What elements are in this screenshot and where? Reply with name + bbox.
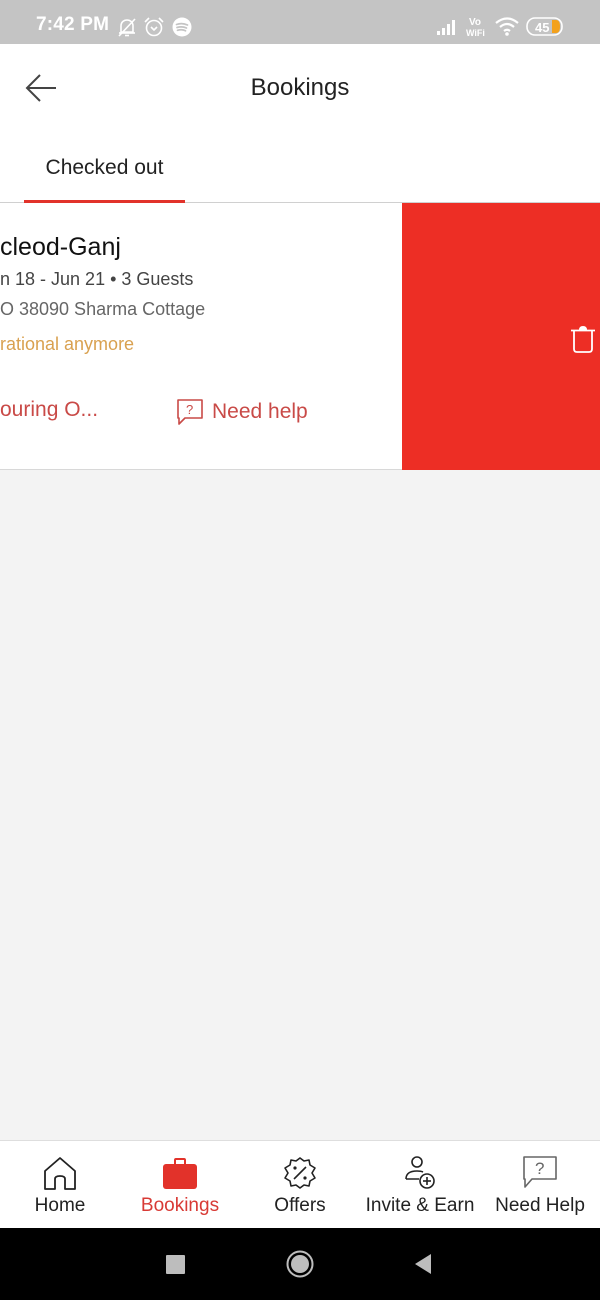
tab-checked-out[interactable]: Checked out: [24, 134, 185, 203]
nav-label: Need Help: [495, 1195, 585, 1216]
svg-text:WiFi: WiFi: [466, 28, 485, 38]
svg-text:?: ?: [186, 402, 193, 417]
status-time: 7:42 PM: [36, 14, 110, 35]
question-chat-icon: ?: [523, 1156, 557, 1188]
nav-item-invite-earn[interactable]: Invite & Earn: [360, 1141, 480, 1229]
booking-action-link[interactable]: ouring O...: [0, 398, 98, 422]
discount-badge-icon: [284, 1157, 316, 1189]
booking-status: rational anymore: [0, 334, 135, 354]
tab-bar: Checked out: [0, 134, 600, 203]
booking-dates-guests: n 18 - Jun 21 • 3 Guests: [0, 269, 194, 289]
nav-item-home[interactable]: Home: [0, 1141, 120, 1229]
back-button[interactable]: [413, 1253, 433, 1275]
nav-label: Offers: [274, 1195, 326, 1216]
nav-label: Invite & Earn: [365, 1195, 475, 1216]
bottom-nav: Home Bookings Offers Invite & Earn ? Nee…: [0, 1140, 600, 1229]
home-button[interactable]: [286, 1250, 314, 1278]
booking-card[interactable]: cleod-Ganj n 18 - Jun 21 • 3 Guests O 38…: [0, 203, 402, 470]
question-chat-icon: ?: [177, 399, 203, 425]
nav-item-need-help[interactable]: ? Need Help: [480, 1141, 600, 1229]
add-user-icon: [405, 1156, 435, 1189]
wifi-icon: [495, 17, 519, 36]
trash-icon: [571, 326, 595, 353]
system-nav-bar: [0, 1228, 600, 1300]
alarm-icon: [144, 17, 164, 37]
status-bar: 7:42 PM Vo WiFi 45: [0, 0, 600, 44]
need-help-button[interactable]: ? Need help: [176, 398, 308, 426]
app-bar: Bookings: [0, 44, 600, 134]
booking-location: cleod-Ganj: [0, 233, 121, 261]
nav-item-offers[interactable]: Offers: [240, 1141, 360, 1229]
need-help-label: Need help: [212, 400, 308, 423]
signal-icon: [437, 20, 455, 35]
bell-off-icon: [118, 18, 136, 37]
delete-booking-button[interactable]: [402, 203, 600, 470]
nav-label: Bookings: [140, 1195, 220, 1216]
briefcase-icon: [163, 1158, 197, 1189]
tab-label: Checked out: [45, 156, 164, 179]
home-icon: [44, 1157, 76, 1190]
page-title: Bookings: [250, 74, 350, 101]
recents-button[interactable]: [166, 1255, 185, 1274]
battery-level: 45: [535, 20, 549, 35]
spotify-icon: [172, 17, 192, 37]
vowifi-icon: Vo WiFi: [466, 17, 485, 38]
nav-item-bookings[interactable]: Bookings: [120, 1141, 240, 1229]
booking-property: O 38090 Sharma Cottage: [0, 299, 206, 319]
svg-text:?: ?: [535, 1159, 544, 1178]
battery-icon: 45: [526, 17, 563, 36]
svg-text:Vo: Vo: [469, 17, 481, 28]
